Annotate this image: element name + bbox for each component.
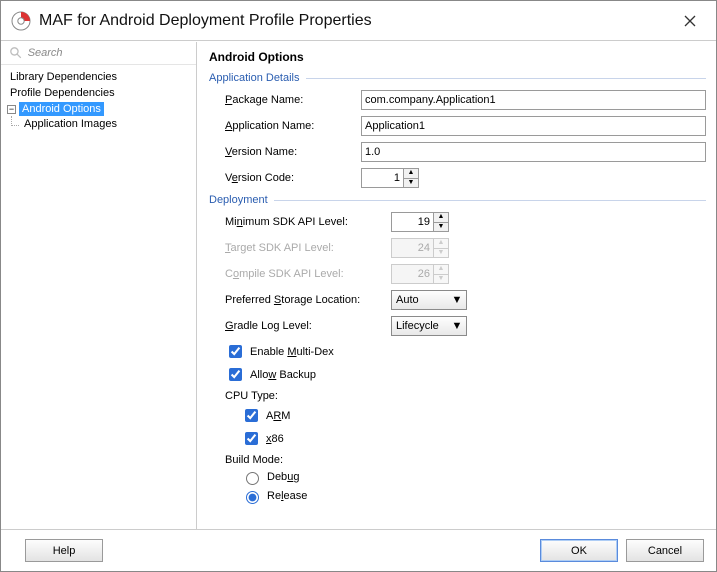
- help-button[interactable]: Help: [25, 539, 103, 562]
- spinner-down-icon[interactable]: ▼: [433, 222, 449, 232]
- storage-value: Auto: [396, 294, 450, 306]
- multidex-checkbox-row[interactable]: Enable Multi-Dex: [225, 342, 706, 361]
- target-sdk-spinner: ▲▼: [391, 238, 706, 258]
- cpu-arm-row[interactable]: ARM: [241, 406, 706, 425]
- cpu-type-label: CPU Type:: [225, 390, 706, 402]
- spinner-up-icon: ▲: [433, 238, 449, 248]
- spinner-up-icon[interactable]: ▲: [433, 212, 449, 222]
- multidex-label: Enable Multi-Dex: [250, 346, 334, 358]
- section-application-details: Application Details: [209, 72, 706, 84]
- panel-title: Android Options: [209, 50, 706, 64]
- application-name-label: Application Name:: [225, 120, 355, 132]
- chevron-down-icon: ▼: [450, 319, 464, 333]
- tree-item-library-deps[interactable]: Library Dependencies: [7, 70, 120, 84]
- target-sdk-label: Target SDK API Level:: [225, 242, 385, 254]
- cpu-x86-label: x86: [266, 433, 284, 445]
- spinner-down-icon: ▼: [433, 248, 449, 258]
- application-name-input[interactable]: [361, 116, 706, 136]
- compile-sdk-spinner: ▲▼: [391, 264, 706, 284]
- version-code-spinner[interactable]: ▲▼: [361, 168, 706, 188]
- nav-tree: Library Dependencies Profile Dependencie…: [1, 65, 196, 529]
- section-label: Deployment: [209, 194, 274, 206]
- min-sdk-spinner[interactable]: ▲▼: [391, 212, 706, 232]
- spinner-up-icon: ▲: [433, 264, 449, 274]
- version-code-label: Version Code:: [225, 172, 355, 184]
- tree-item-android-options[interactable]: Android Options: [19, 102, 104, 116]
- min-sdk-label: Minimum SDK API Level:: [225, 216, 385, 228]
- min-sdk-input[interactable]: [391, 212, 433, 232]
- tree-item-profile-deps[interactable]: Profile Dependencies: [7, 86, 118, 100]
- version-name-input[interactable]: [361, 142, 706, 162]
- package-name-label: Package Name:: [225, 94, 355, 106]
- build-mode-release-row[interactable]: Release: [241, 488, 706, 504]
- spinner-up-icon[interactable]: ▲: [403, 168, 419, 178]
- cancel-button[interactable]: Cancel: [626, 539, 704, 562]
- build-mode-debug-row[interactable]: Debug: [241, 469, 706, 485]
- gradle-value: Lifecycle: [396, 320, 450, 332]
- cpu-arm-label: ARM: [266, 410, 290, 422]
- tree-item-application-images[interactable]: Application Images: [21, 117, 120, 131]
- right-pane: Android Options Application Details Pack…: [197, 42, 716, 529]
- storage-label: Preferred Storage Location:: [225, 294, 385, 306]
- gradle-label: Gradle Log Level:: [225, 320, 385, 332]
- window-title: MAF for Android Deployment Profile Prope…: [39, 12, 672, 30]
- allow-backup-checkbox-row[interactable]: Allow Backup: [225, 365, 706, 384]
- multidex-checkbox[interactable]: [229, 345, 242, 358]
- section-label: Application Details: [209, 72, 306, 84]
- spinner-down-icon: ▼: [433, 274, 449, 284]
- close-icon: [683, 14, 697, 28]
- left-pane: Library Dependencies Profile Dependencie…: [1, 42, 197, 529]
- search-icon: [9, 46, 22, 60]
- spinner-down-icon[interactable]: ▼: [403, 178, 419, 188]
- allow-backup-label: Allow Backup: [250, 369, 316, 381]
- gradle-dropdown[interactable]: Lifecycle ▼: [391, 316, 467, 336]
- cpu-x86-checkbox[interactable]: [245, 432, 258, 445]
- target-sdk-input: [391, 238, 433, 258]
- build-mode-release-radio[interactable]: [246, 491, 259, 504]
- dialog-footer: Help OK Cancel: [1, 529, 716, 571]
- titlebar: MAF for Android Deployment Profile Prope…: [1, 1, 716, 41]
- chevron-down-icon: ▼: [450, 293, 464, 307]
- tree-expander-icon[interactable]: −: [7, 105, 16, 114]
- allow-backup-checkbox[interactable]: [229, 368, 242, 381]
- compile-sdk-label: Compile SDK API Level:: [225, 268, 385, 280]
- debug-label: Debug: [267, 471, 299, 483]
- window-close-button[interactable]: [672, 7, 708, 35]
- release-label: Release: [267, 490, 307, 502]
- section-deployment: Deployment: [209, 194, 706, 206]
- search-field[interactable]: [1, 42, 196, 65]
- compile-sdk-input: [391, 264, 433, 284]
- search-input[interactable]: [26, 46, 190, 60]
- storage-dropdown[interactable]: Auto ▼: [391, 290, 467, 310]
- build-mode-label: Build Mode:: [225, 454, 706, 466]
- app-icon: [11, 11, 31, 31]
- version-code-input[interactable]: [361, 168, 403, 188]
- cpu-x86-row[interactable]: x86: [241, 429, 706, 448]
- build-mode-debug-radio[interactable]: [246, 472, 259, 485]
- package-name-input[interactable]: [361, 90, 706, 110]
- cpu-arm-checkbox[interactable]: [245, 409, 258, 422]
- version-name-label: Version Name:: [225, 146, 355, 158]
- ok-button[interactable]: OK: [540, 539, 618, 562]
